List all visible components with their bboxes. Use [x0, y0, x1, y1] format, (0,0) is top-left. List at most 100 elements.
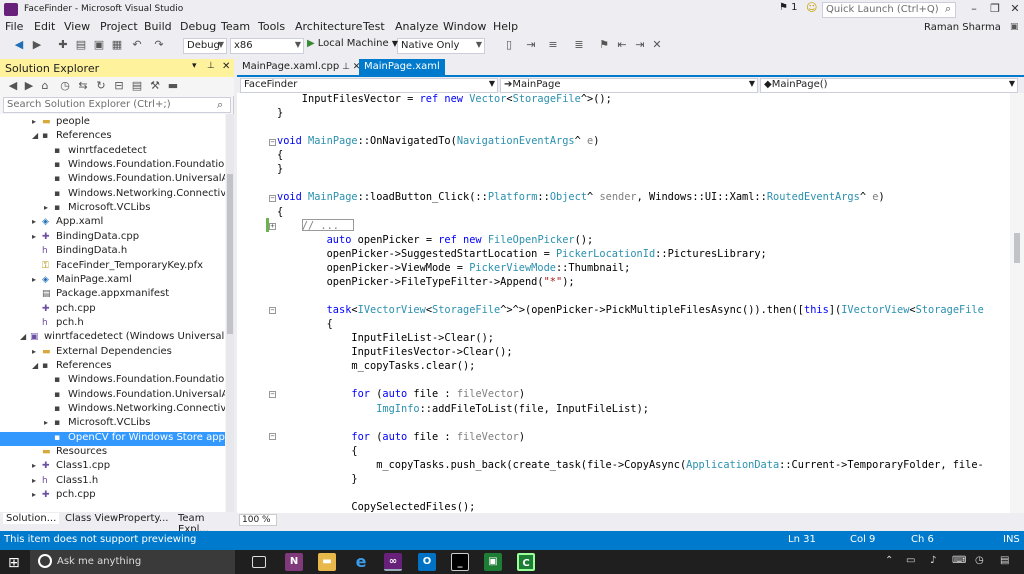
cortana-search-box[interactable]: Ask me anything	[30, 550, 235, 574]
outlook-icon[interactable]: O	[418, 553, 436, 571]
user-avatar-icon[interactable]: ▣	[1010, 22, 1019, 32]
expand-arrow-icon[interactable]: ▸	[32, 217, 42, 226]
panel-close-icon[interactable]: ✕	[222, 61, 230, 72]
menu-test[interactable]: Test	[363, 20, 385, 33]
expand-arrow-icon[interactable]: ▸	[32, 232, 42, 241]
tree-item[interactable]: ▪ Windows.Foundation.UniversalApiC	[44, 389, 225, 403]
quick-launch-search-icon[interactable]: ⌕	[945, 2, 951, 16]
comment-icon[interactable]: ≡	[546, 38, 560, 52]
tree-item[interactable]: ▸ h Class1.h	[32, 475, 98, 489]
show-hidden-icons[interactable]: ⌃	[885, 555, 893, 566]
tree-item[interactable]: ▸ ▬ External Dependencies	[32, 346, 172, 360]
onenote-icon[interactable]: N	[285, 553, 303, 571]
camtasia-icon[interactable]: ▣	[484, 553, 502, 571]
fold-toggle-icon[interactable]: −	[269, 307, 276, 314]
expand-arrow-icon[interactable]: ▸	[32, 347, 42, 356]
scrollbar-thumb[interactable]	[227, 174, 233, 334]
editor-vertical-scrollbar[interactable]	[1010, 93, 1024, 513]
start-windows-icon[interactable]: ⊞	[8, 555, 20, 571]
feedback-smiley-icon[interactable]: ☺	[806, 1, 817, 14]
show-all-files-icon[interactable]: ▤	[130, 79, 144, 93]
auto-hide-pin-icon[interactable]: ⊥	[207, 61, 215, 71]
solution-configuration-dropdown[interactable]: Debug ▼	[183, 38, 227, 54]
forward-icon[interactable]: ▶	[22, 79, 36, 93]
expand-arrow-icon[interactable]: ▸	[32, 476, 42, 485]
menu-analyze[interactable]: Analyze	[395, 20, 438, 33]
fold-toggle-icon[interactable]: +	[269, 223, 276, 230]
tab-property-manager[interactable]: Property...	[118, 513, 168, 524]
menu-help[interactable]: Help	[493, 20, 518, 33]
expand-arrow-icon[interactable]: ▸	[32, 117, 42, 126]
tree-item[interactable]: ▤ Package.appxmanifest	[32, 288, 169, 302]
navigate-back-icon[interactable]: ◀	[12, 38, 26, 52]
back-icon[interactable]: ◀	[6, 79, 20, 93]
collapse-all-icon[interactable]: ⊟	[112, 79, 126, 93]
menu-tools[interactable]: Tools	[258, 20, 285, 33]
edge-browser-icon[interactable]: e	[352, 553, 370, 571]
tree-item[interactable]: ▸ ▪ Microsoft.VCLibs	[44, 417, 150, 431]
tree-item[interactable]: ▪ winrtfacedetect	[44, 145, 147, 159]
refresh-icon[interactable]: ↻	[94, 79, 108, 93]
fold-toggle-icon[interactable]: −	[269, 139, 276, 146]
tree-item[interactable]: ▸ ▬ people	[32, 116, 90, 130]
collapse-arrow-icon[interactable]: ◢	[32, 131, 42, 140]
volume-icon[interactable]: ♪	[930, 555, 936, 566]
tab-pin-close-icon[interactable]: ⊥ ✕	[339, 62, 360, 72]
new-project-icon[interactable]: ✚	[56, 38, 70, 52]
visual-studio-taskbar-icon[interactable]: ∞	[384, 553, 402, 571]
switch-views-icon[interactable]: ◷	[58, 79, 72, 93]
expand-arrow-icon[interactable]: ▸	[44, 418, 54, 427]
solution-platform-dropdown[interactable]: x86 ▼	[230, 38, 304, 54]
menu-file[interactable]: File	[5, 20, 23, 33]
scope-dropdown[interactable]: ➔MainPage ▼	[500, 78, 758, 93]
tree-item[interactable]: ▸ ✚ pch.cpp	[32, 489, 96, 503]
action-center-icon[interactable]: ▤	[1000, 555, 1009, 566]
expand-arrow-icon[interactable]: ▸	[44, 203, 54, 212]
start-debugging-button[interactable]: ▶ Local Machine ▼	[307, 38, 398, 49]
tree-item[interactable]: ◢ ▪ References	[32, 130, 112, 144]
tree-item[interactable]: ▪ Windows.Foundation.FoundationCo	[44, 374, 225, 388]
tree-item[interactable]: ▪ Windows.Foundation.UniversalApiC	[44, 173, 225, 187]
editor-horizontal-scrollbar[interactable]	[237, 513, 1024, 526]
fold-toggle-icon[interactable]: −	[269, 195, 276, 202]
member-dropdown[interactable]: ◆MainPage() ▼	[760, 78, 1018, 93]
uncomment-icon[interactable]: ≣	[572, 38, 586, 52]
redo-icon[interactable]: ↷	[152, 38, 166, 52]
menu-architecture[interactable]: Architecture	[295, 20, 362, 33]
tree-item[interactable]: ▸ ▪ Microsoft.VCLibs	[44, 202, 150, 216]
tree-item[interactable]: ▸ ✚ BindingData.cpp	[32, 231, 139, 245]
notification-flag-icon[interactable]: ⚑ 1	[779, 2, 798, 13]
tree-item[interactable]: ▪ OpenCV for Windows Store apps - V	[0, 431, 225, 446]
menu-edit[interactable]: Edit	[34, 20, 55, 33]
window-position-icon[interactable]: ▾	[192, 61, 197, 71]
prev-bookmark-icon[interactable]: ⇤	[615, 38, 629, 52]
tab-document[interactable]: MainPage.xaml.cpp ⊥ ✕	[237, 59, 365, 75]
network-icon[interactable]: ▭	[906, 555, 915, 566]
next-bookmark-icon[interactable]: ⇥	[633, 38, 647, 52]
properties-icon[interactable]: ⚒	[148, 79, 162, 93]
signed-in-user[interactable]: Raman Sharma	[924, 22, 1001, 33]
task-view-icon[interactable]	[252, 556, 266, 568]
menu-debug[interactable]: Debug	[180, 20, 216, 33]
camtasia-recorder-icon[interactable]: C	[517, 553, 535, 571]
expand-arrow-icon[interactable]: ▸	[32, 461, 42, 470]
menu-view[interactable]: View	[64, 20, 90, 33]
expand-arrow-icon[interactable]: ▸	[32, 275, 42, 284]
tab-class-view[interactable]: Class View	[65, 513, 118, 524]
tree-item[interactable]: ▸ ◈ App.xaml	[32, 216, 103, 230]
sync-icon[interactable]: ⇆	[76, 79, 90, 93]
tree-item[interactable]: ▪ Windows.Networking.Connectivity.W	[44, 188, 225, 202]
menu-window[interactable]: Window	[443, 20, 486, 33]
close-button[interactable]: ✕	[1003, 0, 1024, 19]
scrollbar-thumb[interactable]	[1014, 233, 1020, 263]
solution-explorer-search-input[interactable]: Search Solution Explorer (Ctrl+;)	[3, 97, 231, 113]
navigate-forward-icon[interactable]: ▶	[30, 38, 44, 52]
tree-item[interactable]: ◢ ▪ References	[32, 360, 112, 374]
menu-team[interactable]: Team	[221, 20, 250, 33]
preview-icon[interactable]: ▬	[166, 79, 180, 93]
save-icon[interactable]: ▣	[92, 38, 106, 52]
menu-build[interactable]: Build	[144, 20, 172, 33]
fold-toggle-icon[interactable]: −	[269, 391, 276, 398]
save-all-icon[interactable]: ▦	[110, 38, 124, 52]
collapse-arrow-icon[interactable]: ◢	[20, 332, 30, 341]
